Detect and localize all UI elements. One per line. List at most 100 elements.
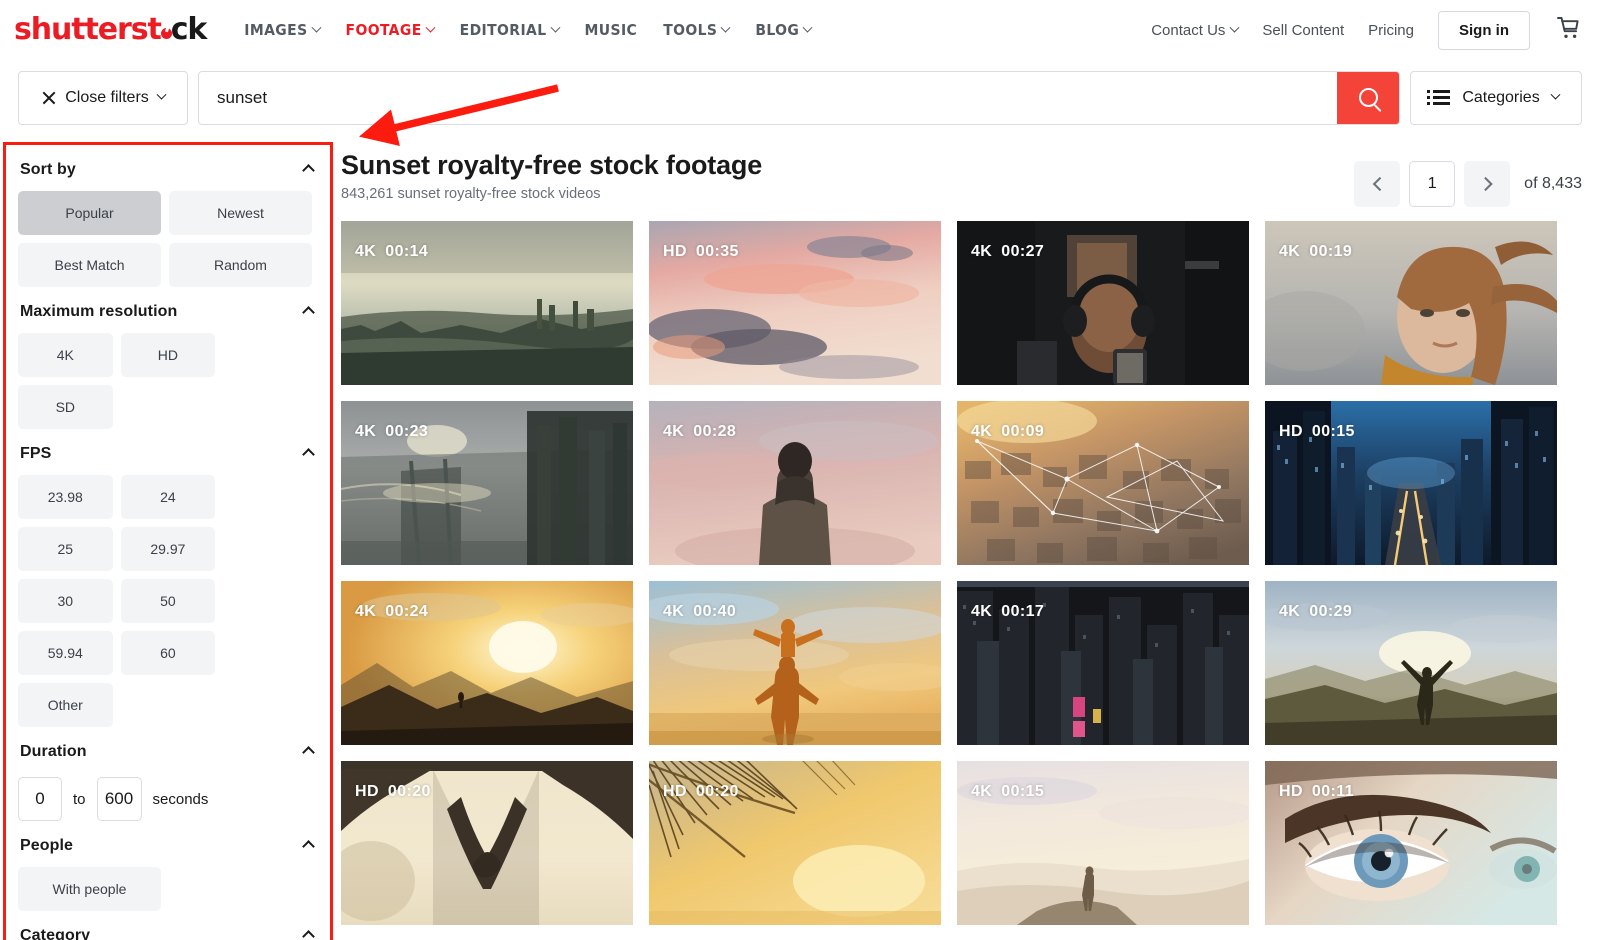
filter-title: Category	[20, 927, 90, 940]
nav-item-blog[interactable]: BLOG	[755, 21, 811, 39]
chevron-up-icon[interactable]	[302, 448, 315, 461]
chevron-up-icon[interactable]	[302, 840, 315, 853]
video-card[interactable]: HD00:11	[1265, 761, 1557, 925]
filter-header-people[interactable]: People	[18, 825, 315, 867]
nav-item-pricing[interactable]: Pricing	[1368, 22, 1414, 39]
people-option-with-people[interactable]: With people	[18, 867, 161, 911]
video-duration: 00:28	[693, 423, 736, 440]
filter-header-category[interactable]: Category	[18, 915, 315, 940]
chevron-up-icon[interactable]	[302, 930, 315, 940]
video-card[interactable]: 4K00:40	[649, 581, 941, 745]
video-results-grid: 4K00:14	[341, 221, 1582, 925]
page-root: shutterstck IMAGES FOOTAGE EDITORIAL MUS…	[0, 0, 1600, 940]
nav-item-editorial[interactable]: EDITORIAL	[460, 21, 559, 39]
nav-item-contact-us[interactable]: Contact Us	[1151, 22, 1238, 39]
sign-in-button[interactable]: Sign in	[1438, 11, 1530, 50]
resolution-option-4k[interactable]: 4K	[18, 333, 113, 377]
video-badge: HD00:15	[1279, 423, 1355, 441]
fps-option-2997[interactable]: 29.97	[121, 527, 216, 571]
video-card[interactable]: HD00:15	[1265, 401, 1557, 565]
current-page-input[interactable]: 1	[1409, 161, 1455, 207]
categories-button[interactable]: Categories	[1410, 71, 1582, 125]
video-card[interactable]: 4K00:14	[341, 221, 633, 385]
video-badge: 4K00:15	[971, 783, 1044, 801]
fps-option-50[interactable]: 50	[121, 579, 216, 623]
nav-item-music[interactable]: MUSIC	[585, 21, 638, 39]
video-duration: 00:09	[1001, 423, 1044, 440]
sort-option-best-match[interactable]: Best Match	[18, 243, 161, 287]
resolution-option-sd[interactable]: SD	[18, 385, 113, 429]
video-card[interactable]: 4K00:23	[341, 401, 633, 565]
video-duration: 00:11	[1312, 783, 1354, 800]
resolution-option-hd[interactable]: HD	[121, 333, 216, 377]
nav-item-images[interactable]: IMAGES	[244, 21, 319, 39]
video-card[interactable]: 4K 00:27	[957, 221, 1249, 385]
sort-option-newest[interactable]: Newest	[169, 191, 312, 235]
search-submit-button[interactable]	[1337, 72, 1399, 124]
results-title-block: Sunset royalty-free stock footage 843,26…	[341, 149, 762, 202]
video-badge: 4K00:24	[355, 603, 428, 621]
video-quality: 4K	[355, 423, 376, 440]
shutterstock-logo[interactable]: shutterstck	[14, 15, 206, 45]
video-card[interactable]: HD00:20	[649, 761, 941, 925]
chevron-up-icon[interactable]	[302, 306, 315, 319]
filter-header-sort-by[interactable]: Sort by	[18, 149, 315, 191]
video-quality: HD	[663, 243, 687, 260]
video-card[interactable]: 4K00:29	[1265, 581, 1557, 745]
chevron-down-icon	[721, 22, 731, 32]
nav-item-sell-content[interactable]: Sell Content	[1262, 22, 1344, 39]
filter-header-maximum-resolution[interactable]: Maximum resolution	[18, 291, 315, 333]
fps-option-60[interactable]: 60	[121, 631, 216, 675]
logo-text-part2: ck	[171, 15, 207, 45]
page-body: Sort by Popular Newest Best Match Random…	[0, 135, 1600, 940]
sort-option-random[interactable]: Random	[169, 243, 312, 287]
video-card[interactable]: HD00:35	[649, 221, 941, 385]
nav-item-footage[interactable]: FOOTAGE	[346, 21, 434, 39]
video-badge: 4K00:14	[355, 243, 428, 261]
video-card[interactable]: 4K00:24	[341, 581, 633, 745]
video-card[interactable]: 4K00:17	[957, 581, 1249, 745]
nav-item-tools[interactable]: TOOLS	[663, 21, 729, 39]
chevron-up-icon[interactable]	[302, 746, 315, 759]
filter-group-maximum-resolution: Maximum resolution 4K HD SD	[18, 291, 315, 429]
next-page-button[interactable]	[1464, 161, 1510, 207]
filter-header-duration[interactable]: Duration	[18, 731, 315, 773]
fps-option-5994[interactable]: 59.94	[18, 631, 113, 675]
fps-option-30[interactable]: 30	[18, 579, 113, 623]
video-card[interactable]: 4K00:15	[957, 761, 1249, 925]
chevron-up-icon[interactable]	[302, 164, 315, 177]
fps-option-25[interactable]: 25	[18, 527, 113, 571]
duration-max-input[interactable]	[97, 777, 142, 821]
shopping-cart-icon[interactable]	[1554, 14, 1582, 47]
video-quality: 4K	[971, 243, 992, 260]
fps-option-24[interactable]: 24	[121, 475, 216, 519]
fps-option-2398[interactable]: 23.98	[18, 475, 113, 519]
search-box	[198, 71, 1400, 125]
sort-option-popular[interactable]: Popular	[18, 191, 161, 235]
video-card[interactable]: 4K00:28	[649, 401, 941, 565]
video-card[interactable]: 4K00:19	[1265, 221, 1557, 385]
nav-label: FOOTAGE	[346, 21, 422, 39]
search-input[interactable]	[199, 72, 1337, 124]
logo-dot-icon	[160, 27, 172, 39]
fps-option-other[interactable]: Other	[18, 683, 113, 727]
duration-min-input[interactable]	[18, 777, 62, 821]
video-duration: 00:15	[1001, 783, 1044, 800]
video-duration: 00:40	[693, 603, 736, 620]
close-filters-button[interactable]: Close filters	[18, 71, 188, 125]
video-quality: 4K	[971, 423, 992, 440]
chevron-down-icon	[550, 22, 560, 32]
video-card[interactable]: HD00:20	[341, 761, 633, 925]
video-card[interactable]: 4K 00:09	[957, 401, 1249, 565]
filter-title: People	[20, 837, 73, 855]
video-quality: HD	[1279, 423, 1303, 440]
video-duration: 00:17	[1001, 603, 1044, 620]
fps-options: 23.98 24 25 29.97 30 50 59.94 60 Other	[18, 475, 315, 727]
close-filters-label: Close filters	[65, 89, 149, 107]
filter-header-fps[interactable]: FPS	[18, 433, 315, 475]
previous-page-button[interactable]	[1354, 161, 1400, 207]
duration-to-label: to	[73, 791, 86, 808]
nav-label: EDITORIAL	[460, 21, 547, 39]
chevron-down-icon	[156, 90, 166, 100]
video-duration: 00:27	[1001, 243, 1044, 260]
